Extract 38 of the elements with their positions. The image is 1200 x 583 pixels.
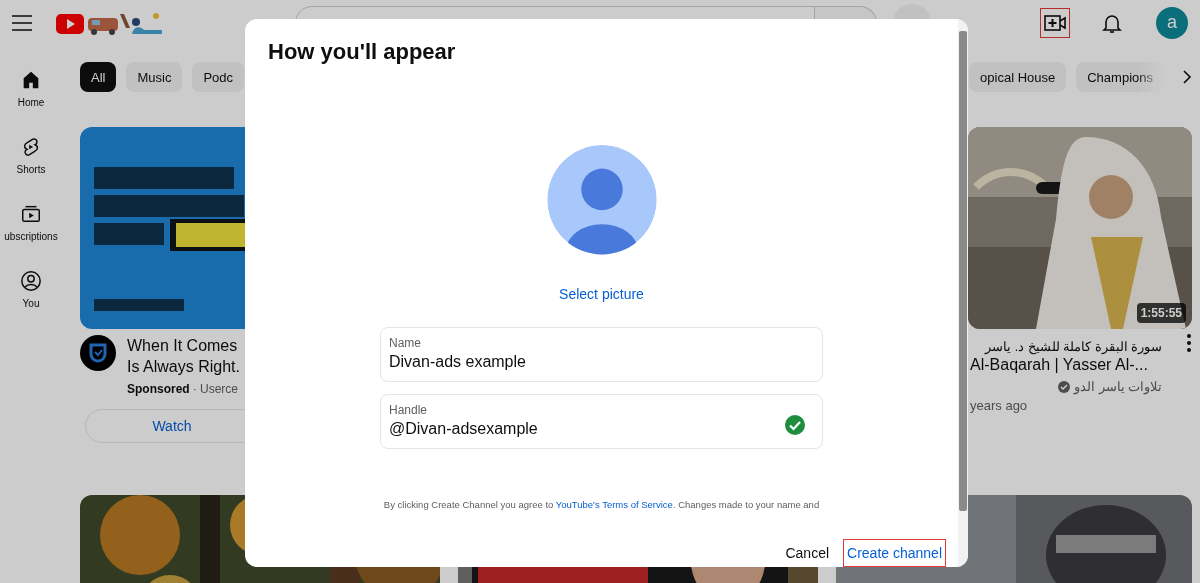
create-button[interactable] — [1040, 7, 1070, 38]
field-label: Handle — [389, 401, 429, 418]
sidebar-label[interactable]: Shorts — [16, 164, 46, 175]
scrollbar[interactable] — [958, 19, 968, 567]
chevron-right-icon[interactable] — [1180, 70, 1194, 84]
field-value: Divan-ads example — [389, 351, 527, 372]
account-avatar[interactable]: a — [1156, 6, 1188, 39]
channel-name[interactable]: · Userce — [192, 382, 238, 396]
terms-notice: By clicking Create Channel you agree to YouTube's Terms of Service. Changes made to your name and — [383, 498, 820, 510]
channel-avatar[interactable] — [80, 335, 116, 371]
text-field[interactable]: Name Divan-ads example — [380, 326, 823, 382]
sidebar-label[interactable]: You — [22, 298, 40, 309]
channel-name[interactable]: تلاوات ياسر الدو — [1074, 379, 1162, 394]
text-field[interactable]: Handle @Divan-adsexample — [380, 393, 823, 449]
duration-badge: 1:55:55 — [1136, 303, 1186, 323]
filter-chip[interactable]: All — [80, 62, 117, 92]
video-title[interactable]: Al-Baqarah | Yasser Al-... — [970, 354, 1162, 375]
select-picture-link[interactable]: Select picture — [559, 285, 644, 302]
upload-age: years ago — [970, 398, 1029, 413]
sponsored-label: Sponsored — [127, 382, 190, 396]
field-label: Name — [389, 334, 422, 351]
video-title[interactable]: سورة البقرة كاملة للشيخ د. ياسر — [970, 339, 1162, 354]
profile-icon — [20, 270, 42, 292]
dialog-title: How you'll appear — [268, 38, 456, 66]
sidebar-label[interactable]: Home — [17, 97, 45, 108]
cancel-button[interactable]: Cancel — [781, 539, 834, 567]
create-channel-button[interactable]: Create channel — [843, 539, 946, 567]
video-title[interactable]: Is Always Right. — [127, 356, 240, 377]
terms-link[interactable]: YouTube's Terms of Service — [555, 498, 673, 510]
sidebar-label[interactable]: ubscriptions — [4, 231, 58, 242]
video-title[interactable]: When It Comes — [127, 335, 240, 356]
field-value: @Divan-adsexample — [389, 418, 539, 439]
subscriptions-icon — [20, 203, 42, 225]
filter-chip[interactable]: Podc — [192, 62, 245, 92]
filter-chip[interactable]: opical House — [969, 62, 1067, 92]
filter-chip[interactable]: Music — [126, 62, 183, 92]
more-icon[interactable] — [1186, 333, 1192, 353]
menu-icon[interactable] — [12, 14, 32, 31]
